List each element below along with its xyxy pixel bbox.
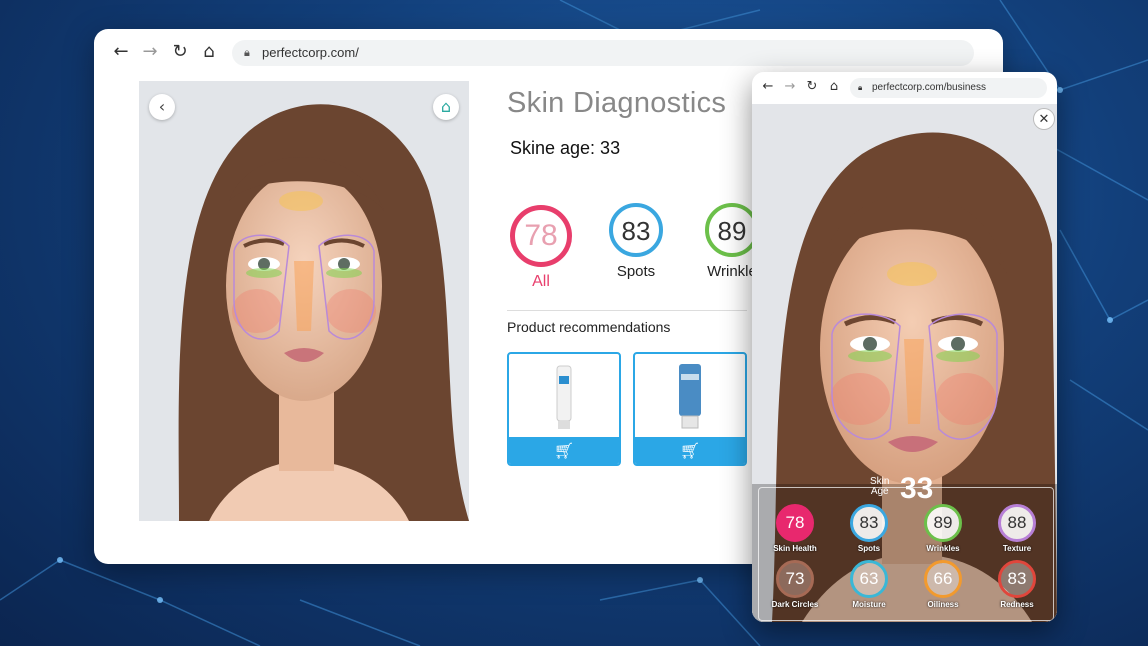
metric-dark-circles-label: Dark Circles [771,600,819,609]
business-browser-window: ← → ↻ ⌂ 🔒︎ perfectcorp.com/business ✕ Sk… [752,72,1057,622]
skin-age-badge: Skin Age 33 [862,472,944,505]
score-wrinkle-ring: 89 [705,203,759,257]
reload-icon[interactable]: ↻ [169,41,191,63]
score-all-ring: 78 [510,205,572,267]
score-all[interactable]: 78 All [510,205,572,291]
cleanser-bottle-image [679,364,701,429]
address-text: perfectcorp.com/business [872,82,986,93]
score-wrinkle[interactable]: 89 Wrinkle [705,203,759,280]
back-button[interactable]: ‹ [149,94,175,120]
face-illustration [139,81,469,521]
home-icon[interactable]: ⌂ [198,41,220,63]
metric-skin-health-ring: 78 [776,504,814,542]
add-to-cart-icon[interactable]: 🛒︎ [509,437,619,464]
metric-dark-circles-ring: 73 [776,560,814,598]
metric-dark-circles[interactable]: 73 Dark Circles [760,560,830,609]
metric-wrinkles[interactable]: 89 Wrinkles [908,504,978,553]
home-button[interactable]: ⌂ [433,94,459,120]
skin-age-label: Skin Age [870,476,890,497]
score-spots-label: Spots [616,263,656,280]
address-text: perfectcorp.com/ [262,45,359,60]
score-all-label: All [532,273,550,290]
address-bar[interactable]: 🔒︎ perfectcorp.com/ [232,40,974,66]
metric-texture[interactable]: 88 Texture [982,504,1052,553]
metric-texture-label: Texture [1002,544,1032,553]
product-card-cleanser-bottle[interactable]: 🛒︎ [633,352,747,466]
metric-redness[interactable]: 83 Redness [982,560,1052,609]
metric-oiliness-ring: 66 [924,560,962,598]
browser-toolbar: ← → ↻ ⌂ 🔒︎ perfectcorp.com/business [752,72,1057,104]
score-wrinkle-label: Wrinkle [707,263,757,280]
metric-oiliness[interactable]: 66 Oiliness [908,560,978,609]
reload-icon[interactable]: ↻ [804,79,820,94]
skin-age-value: 33 [900,472,934,505]
product-recommendations-heading: Product recommendations [507,319,671,335]
forward-arrow-icon[interactable]: → [139,41,161,63]
back-arrow-icon[interactable]: ← [760,79,776,94]
score-spots[interactable]: 83 Spots [609,203,663,280]
divider [507,310,747,311]
address-bar[interactable]: 🔒︎ perfectcorp.com/business [850,78,1047,98]
forward-arrow-icon[interactable]: → [782,79,798,94]
lock-icon: 🔒︎ [244,47,250,59]
home-icon[interactable]: ⌂ [826,79,842,94]
metric-oiliness-label: Oiliness [927,600,959,609]
metric-wrinkles-label: Wrinkles [926,544,960,553]
metric-spots[interactable]: 83 Spots [834,504,904,553]
lock-icon: 🔒︎ [858,83,863,92]
metric-spots-label: Spots [857,544,881,553]
browser-toolbar: ← → ↻ ⌂ 🔒︎ perfectcorp.com/ [94,29,1003,77]
skin-age-text: Skine age: 33 [510,138,621,158]
page-title: Skin Diagnostics [507,87,727,119]
metric-spots-ring: 83 [850,504,888,542]
metric-moisture[interactable]: 63 Moisture [834,560,904,609]
metric-redness-ring: 83 [998,560,1036,598]
back-arrow-icon[interactable]: ← [110,41,132,63]
metric-skin-health-label: Skin Health [773,544,817,553]
add-to-cart-icon[interactable]: 🛒︎ [635,437,745,464]
metric-skin-health[interactable]: 78 Skin Health [760,504,830,553]
close-button[interactable]: ✕ [1033,108,1055,130]
cream-tube-image [556,365,572,429]
metric-moisture-label: Moisture [852,600,886,609]
metric-moisture-ring: 63 [850,560,888,598]
metric-texture-ring: 88 [998,504,1036,542]
face-photo: ‹ ⌂ [139,81,469,521]
score-spots-ring: 83 [609,203,663,257]
metric-redness-label: Redness [1000,600,1034,609]
metric-wrinkles-ring: 89 [924,504,962,542]
product-card-cream-tube[interactable]: 🛒︎ [507,352,621,466]
